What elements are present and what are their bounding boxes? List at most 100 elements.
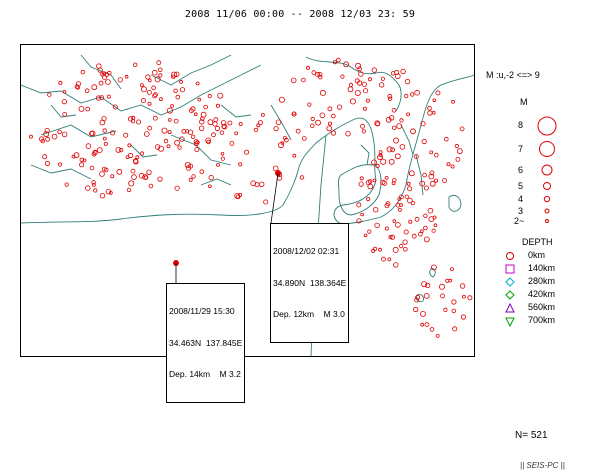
event-marker [96, 63, 102, 69]
event-marker [310, 116, 315, 122]
event-marker [258, 181, 265, 187]
event-marker [198, 125, 205, 131]
magnitude-2-circle [545, 219, 549, 223]
event-callout-2[interactable]: 2008/11/29 15:30 34.463N 137.845E Dep. 1… [166, 283, 246, 403]
event-marker [420, 322, 425, 327]
event-marker [179, 87, 186, 93]
event-marker [442, 178, 447, 183]
magnitude-4-circle [543, 195, 551, 203]
event-marker [167, 130, 172, 135]
event-marker [427, 105, 432, 111]
event-marker [140, 83, 144, 87]
event-marker [126, 187, 132, 193]
depth-label-700km: 700km [528, 315, 556, 325]
event-marker [452, 326, 458, 332]
magnitude-label-2: 2~ [514, 216, 525, 226]
callout-pointer-1 [270, 172, 279, 224]
event-marker [400, 68, 406, 75]
event-marker [99, 192, 106, 199]
event-marker [414, 89, 420, 96]
event-marker [253, 127, 259, 133]
event-marker [374, 222, 380, 229]
event-marker [336, 104, 343, 110]
event-marker [151, 85, 156, 91]
event-marker [399, 144, 406, 150]
event-marker [451, 99, 455, 104]
event-marker [195, 81, 200, 86]
event-marker [404, 93, 409, 99]
event-marker [460, 314, 466, 320]
event-marker [410, 128, 416, 135]
event-marker [386, 146, 393, 153]
depth-label-0km: 0km [528, 250, 546, 260]
event-marker [141, 98, 147, 104]
depth-label-140km: 140km [528, 263, 556, 273]
seismicity-map[interactable]: 2008/12/02 02:31 34.890N 138.364E Dep. 1… [20, 44, 475, 403]
event-marker [194, 147, 200, 153]
event-marker [85, 143, 92, 149]
event-marker [64, 182, 69, 187]
event-marker [420, 310, 426, 317]
event-marker [392, 219, 397, 223]
event-marker [326, 125, 333, 132]
event-marker [301, 77, 306, 83]
event-marker [427, 110, 433, 116]
fault-line [220, 104, 252, 118]
event-marker [434, 178, 439, 183]
event-marker [392, 125, 397, 130]
event-marker [177, 145, 182, 150]
event-marker [144, 131, 150, 137]
event-marker [349, 98, 356, 105]
event-marker [61, 98, 67, 105]
event-marker [311, 70, 317, 75]
event-marker [191, 174, 196, 179]
event-marker [174, 139, 181, 146]
time-period-title: 2008 11/06 00:00 -- 2008 12/03 23: 59 [184, 9, 416, 20]
event-marker [103, 141, 108, 146]
event-marker [348, 82, 353, 88]
event-marker [373, 206, 379, 213]
event-marker [175, 94, 181, 100]
event-marker [211, 132, 216, 138]
magnitude-5-circle [543, 182, 551, 190]
event-marker [315, 119, 322, 126]
event-marker [58, 80, 63, 85]
event-marker [362, 88, 369, 94]
event-marker [158, 97, 163, 102]
event-marker [174, 185, 180, 191]
event-marker [152, 115, 158, 121]
legend: M :u,-2 <=> 9 M 8 7 6 5 4 3 2~ DEPTH 0km… [478, 70, 600, 330]
event-marker [450, 164, 455, 169]
callout-depth-magnitude: Dep. 12km M 3.0 [273, 309, 345, 319]
event-marker [140, 86, 147, 93]
event-marker [459, 126, 465, 132]
event-marker [402, 247, 408, 252]
event-marker [427, 207, 434, 214]
event-marker [393, 262, 399, 268]
fault-line [150, 54, 232, 86]
event-marker [292, 153, 297, 158]
event-marker [422, 172, 427, 178]
event-callout-1[interactable]: 2008/12/02 02:31 34.890N 138.364E Dep. 1… [270, 223, 350, 343]
event-marker [123, 132, 129, 138]
event-marker [359, 176, 364, 181]
event-marker [367, 77, 372, 82]
event-marker [91, 84, 98, 91]
event-marker [378, 150, 383, 154]
event-marker [384, 226, 389, 231]
event-marker [80, 69, 85, 75]
event-marker [305, 65, 310, 70]
event-marker [128, 180, 135, 187]
event-marker [413, 306, 419, 313]
event-marker [327, 121, 332, 126]
event-marker [135, 155, 140, 160]
event-marker [102, 136, 107, 141]
event-marker [170, 104, 174, 108]
event-marker [145, 74, 151, 80]
event-marker [207, 93, 212, 99]
event-marker [461, 294, 466, 299]
event-marker [193, 112, 198, 116]
event-marker [124, 74, 129, 79]
event-marker [443, 307, 448, 312]
event-marker [44, 160, 51, 167]
